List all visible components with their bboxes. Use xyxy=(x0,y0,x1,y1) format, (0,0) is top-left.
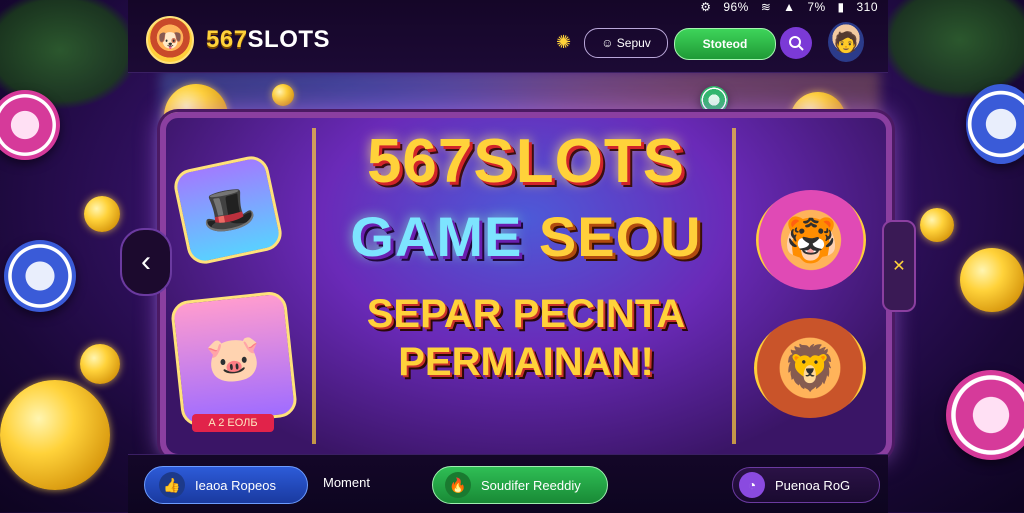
wifi-icon: ≋ xyxy=(760,0,772,14)
tiger-mascot-badge: 🐯 xyxy=(756,190,866,290)
signal-icon: ▲ xyxy=(783,0,796,14)
banner-subtitle: SEPAR PECINTA PERMAINAN! xyxy=(306,290,746,386)
carousel-prev-button[interactable]: ‹ xyxy=(120,228,172,296)
promo-banner[interactable]: 🎩 🐷 A 2 ЕОЛБ 🐯 🦁 567SLOTS GAME SEOU SEPA… xyxy=(160,112,892,460)
mascot-tag: A 2 ЕОЛБ xyxy=(192,414,274,432)
nav-green-label: Soudifer Reeddiy xyxy=(481,477,581,493)
nav-moment-link[interactable]: Moment xyxy=(323,475,370,490)
title-game-word: GAME xyxy=(350,205,523,268)
settings-cog-icon: ⚙ xyxy=(700,0,712,14)
status-time: 310 xyxy=(856,0,878,14)
nav-promo-button[interactable]: 👍 Ieaoa Ropeos xyxy=(144,466,308,504)
dog-mascot-logo-icon: 🐶 xyxy=(146,16,194,64)
side-menu-icon: ✕ xyxy=(892,258,906,275)
status-value-2: 7% xyxy=(807,0,826,14)
magic-hat-mascot: 🎩 xyxy=(171,153,285,267)
gold-coin-decoration xyxy=(84,196,120,232)
chevron-left-icon: ‹ xyxy=(141,245,151,278)
nav-right-label: Puenoa RoG xyxy=(775,477,851,493)
status-value-1: 96% xyxy=(723,0,749,14)
nav-green-button[interactable]: 🔥 Soudifer Reeddiy xyxy=(432,466,608,504)
battery-icon: ▮ xyxy=(837,0,845,14)
sun-settings-icon[interactable]: ✺ xyxy=(556,32,571,53)
gold-coin-decoration xyxy=(960,248,1024,312)
brand-number: 567 xyxy=(206,26,248,53)
login-button[interactable]: Stoteod xyxy=(674,28,776,60)
lion-mascot-badge: 🦁 xyxy=(754,318,866,418)
casino-chip-decoration xyxy=(946,370,1024,460)
nav-right-button[interactable]: ◔ Puenoa RoG xyxy=(732,467,880,503)
banner-title-line2: GAME SEOU xyxy=(306,204,746,269)
gold-coin-decoration xyxy=(920,208,954,242)
banner-title-line1: 567SLOTS xyxy=(366,127,686,196)
circle-arrow-icon: ◔ xyxy=(739,472,765,498)
status-bar: ⚙ 96% ≋ ▲ 7% ▮ 310 xyxy=(692,0,878,14)
casino-chip-decoration xyxy=(700,86,728,114)
brand-logo[interactable]: 🐶 567SLOTS xyxy=(146,16,330,64)
banner-subtitle-line2: PERMAINAN! xyxy=(398,340,654,384)
casino-chip-decoration xyxy=(4,240,76,312)
pig-mascot-card: 🐷 xyxy=(169,290,299,428)
title-seou-word: SEOU xyxy=(538,205,702,268)
signup-button[interactable]: ☺ Sepuv xyxy=(584,28,668,58)
search-icon xyxy=(789,36,804,51)
gold-coin-decoration xyxy=(80,344,120,384)
gold-coin-decoration xyxy=(272,84,294,106)
casino-chip-decoration xyxy=(966,84,1024,164)
banner-subtitle-line1: SEPAR PECINTA xyxy=(366,292,686,336)
search-button[interactable] xyxy=(780,27,812,59)
brand-word: SLOTS xyxy=(247,26,331,53)
top-header: ⚙ 96% ≋ ▲ 7% ▮ 310 🐶 567SLOTS ✺ ☺ Sepuv … xyxy=(128,0,888,73)
nav-promo-label: Ieaoa Ropeos xyxy=(195,477,276,493)
thumbs-up-icon: 👍 xyxy=(159,472,185,498)
bottom-nav: 👍 Ieaoa Ropeos Moment 🔥 Soudifer Reeddiy… xyxy=(128,454,888,513)
user-avatar[interactable]: 🧑 xyxy=(828,22,864,62)
carousel-next-button[interactable]: ✕ xyxy=(882,220,916,312)
flame-icon: 🔥 xyxy=(445,472,471,498)
brand-name: 567SLOTS xyxy=(206,26,330,54)
gold-coin-decoration xyxy=(0,380,110,490)
